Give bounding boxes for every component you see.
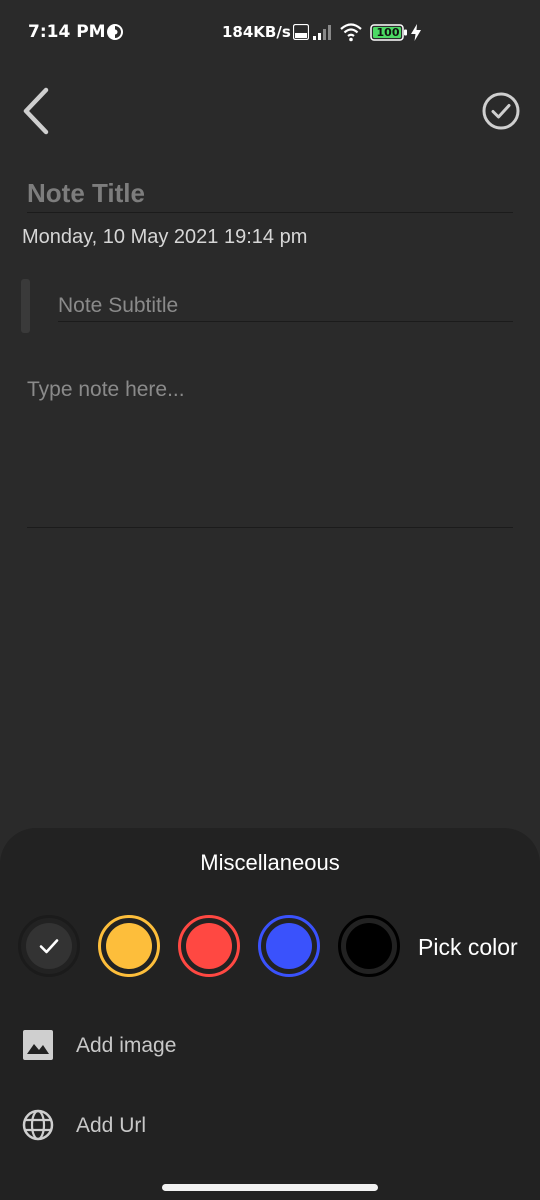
add-url-label: Add Url	[76, 1114, 147, 1137]
note-title-input[interactable]: Note Title	[27, 172, 513, 213]
chevron-left-icon	[23, 87, 49, 135]
network-speed: 184KB/s	[222, 23, 291, 41]
note-subtitle-placeholder: Note Subtitle	[58, 294, 179, 317]
pick-color-button[interactable]: Pick color	[418, 934, 518, 961]
volte-icon	[293, 24, 309, 40]
color-option-yellow[interactable]	[98, 915, 160, 977]
status-time: 7:14 PM	[28, 22, 106, 42]
globe-icon	[22, 1109, 54, 1141]
note-subtitle-input[interactable]: Note Subtitle	[58, 287, 513, 322]
note-title-placeholder: Note Title	[27, 178, 145, 208]
save-note-button[interactable]	[480, 90, 522, 132]
check-icon	[39, 939, 59, 954]
subtitle-indicator-bar	[21, 279, 30, 333]
cell-signal-icon	[313, 25, 331, 40]
miscellaneous-sheet: Miscellaneous Pick color Add image Add U…	[0, 828, 540, 1200]
charging-bolt-icon	[411, 24, 421, 41]
check-circle-icon	[482, 92, 520, 130]
back-button[interactable]	[16, 84, 60, 138]
gesture-nav-handle[interactable]	[162, 1184, 378, 1191]
color-option-blue[interactable]	[258, 915, 320, 977]
note-datetime: Monday, 10 May 2021 19:14 pm	[22, 226, 308, 248]
wifi-icon	[340, 23, 362, 42]
note-body-placeholder: Type note here...	[27, 378, 185, 401]
color-option-black[interactable]	[338, 915, 400, 977]
color-option-red[interactable]	[178, 915, 240, 977]
sheet-title: Miscellaneous	[200, 850, 340, 875]
battery-level: 100	[376, 26, 400, 39]
note-body-input[interactable]: Type note here...	[27, 370, 513, 528]
do-not-disturb-icon	[107, 24, 123, 40]
color-option-default[interactable]	[18, 915, 80, 977]
add-image-label: Add image	[76, 1034, 177, 1057]
add-image-button[interactable]: Add image	[0, 1014, 540, 1078]
add-url-button[interactable]: Add Url	[0, 1094, 540, 1158]
image-icon	[23, 1030, 53, 1060]
status-bar: 7:14 PM 184KB/s 100	[0, 0, 540, 66]
